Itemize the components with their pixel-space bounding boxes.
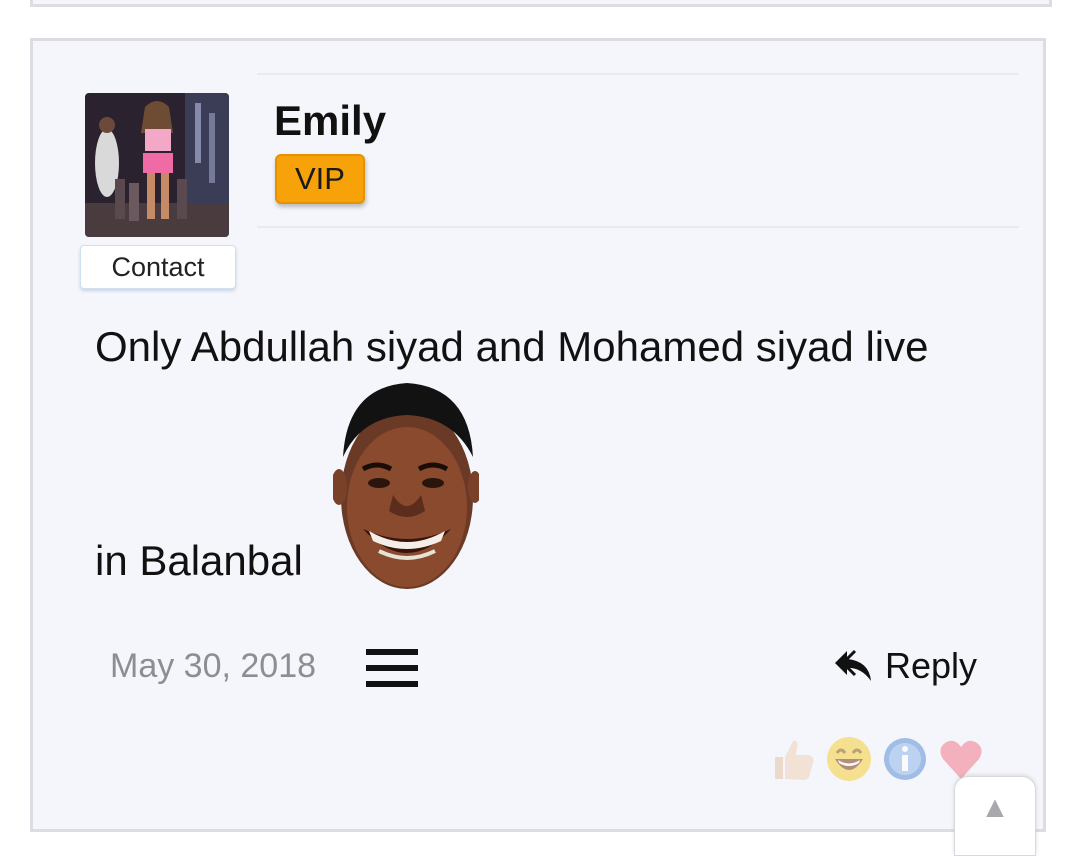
avatar-image	[85, 93, 229, 237]
contact-button[interactable]: Contact	[80, 245, 236, 289]
username[interactable]: Emily	[274, 97, 386, 145]
header-divider-bottom	[257, 226, 1019, 228]
grinning-face-sticker	[331, 377, 482, 591]
message-text-line-2: in Balanbal	[95, 537, 303, 584]
vip-badge: VIP	[275, 154, 365, 204]
previous-post-edge	[30, 0, 1052, 7]
avatar[interactable]	[85, 93, 229, 237]
message-text-line-1: Only Abdullah siyad and Mohamed siyad li…	[95, 323, 929, 370]
reactions-bar	[769, 735, 985, 783]
thumbs-up-icon[interactable]	[769, 735, 817, 783]
reply-label: Reply	[885, 645, 978, 686]
forum-post: Contact Emily VIP Only Abdullah siyad an…	[30, 38, 1046, 832]
arrow-up-icon: ▲	[980, 791, 1010, 824]
scroll-to-top-button[interactable]: ▲	[954, 776, 1036, 856]
header-divider-top	[257, 73, 1019, 75]
post-date: May 30, 2018	[110, 647, 317, 685]
reply-button[interactable]: Reply	[833, 641, 977, 691]
laughing-face-icon[interactable]	[825, 735, 873, 783]
reply-icon	[835, 649, 871, 681]
info-icon[interactable]	[881, 735, 929, 783]
menu-icon[interactable]	[366, 649, 418, 687]
